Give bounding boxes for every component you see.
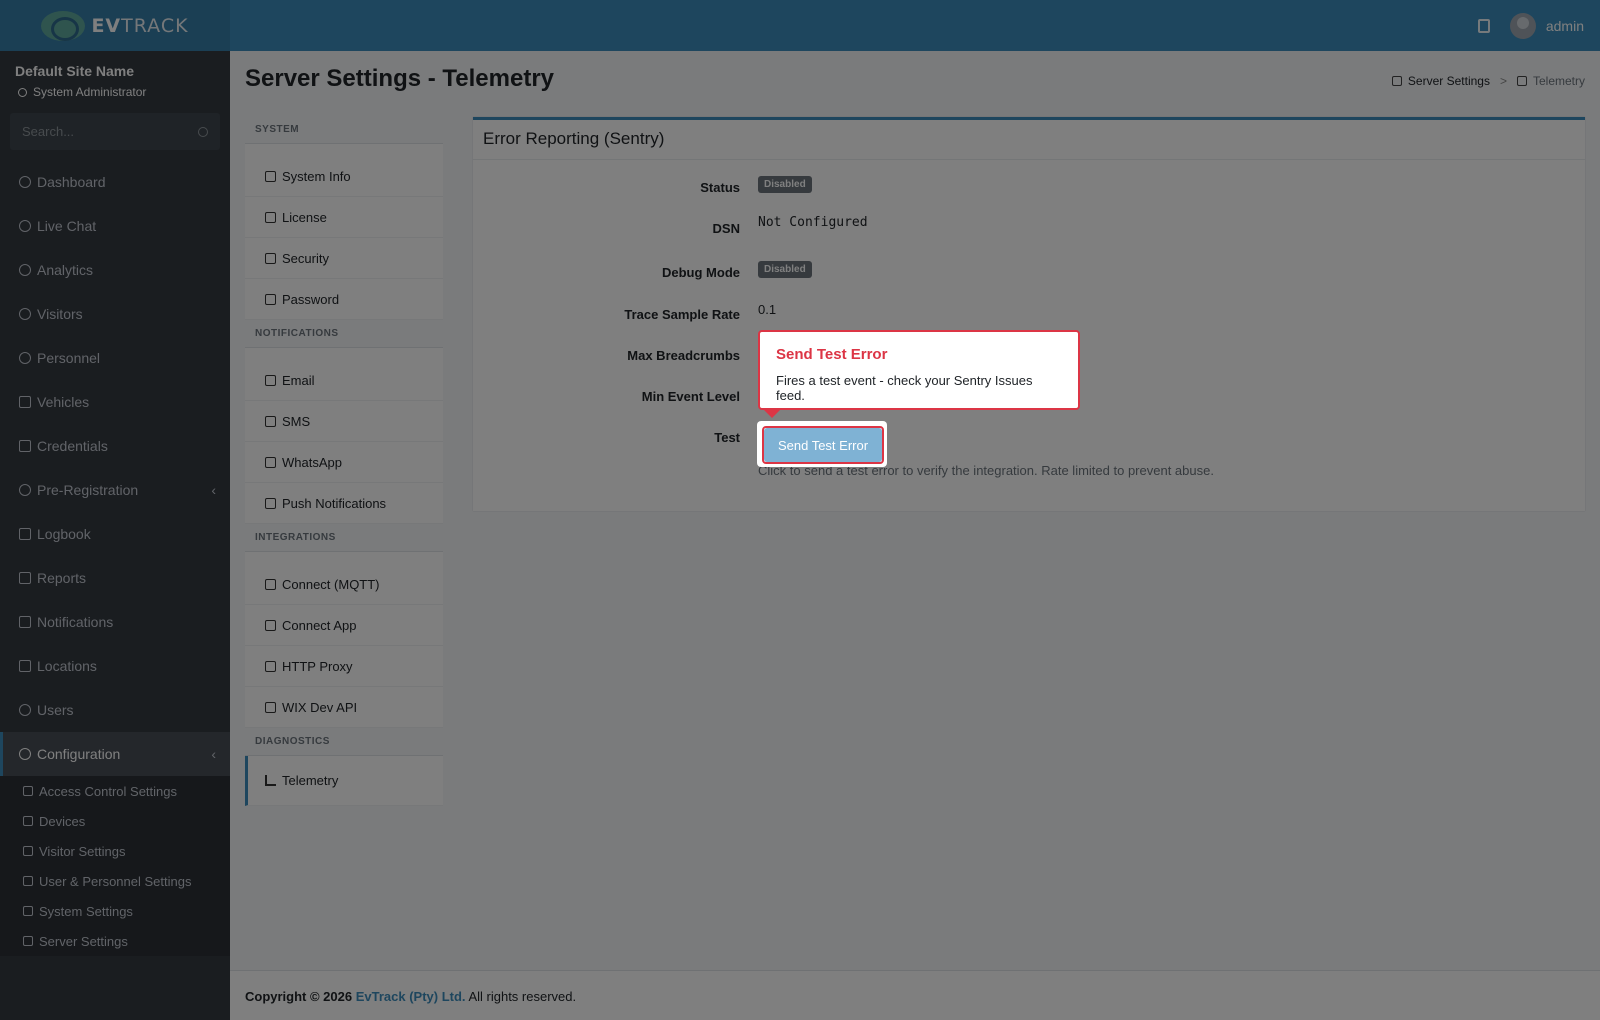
tour-tooltip: Send Test Error Fires a test event - che… <box>758 330 1080 418</box>
tour-tooltip-body: Fires a test event - check your Sentry I… <box>776 373 1033 403</box>
tour-overlay[interactable] <box>0 0 1600 1020</box>
tour-tooltip-title: Send Test Error <box>776 346 888 363</box>
highlighted-send-test-error-button[interactable]: Send Test Error <box>764 428 882 462</box>
